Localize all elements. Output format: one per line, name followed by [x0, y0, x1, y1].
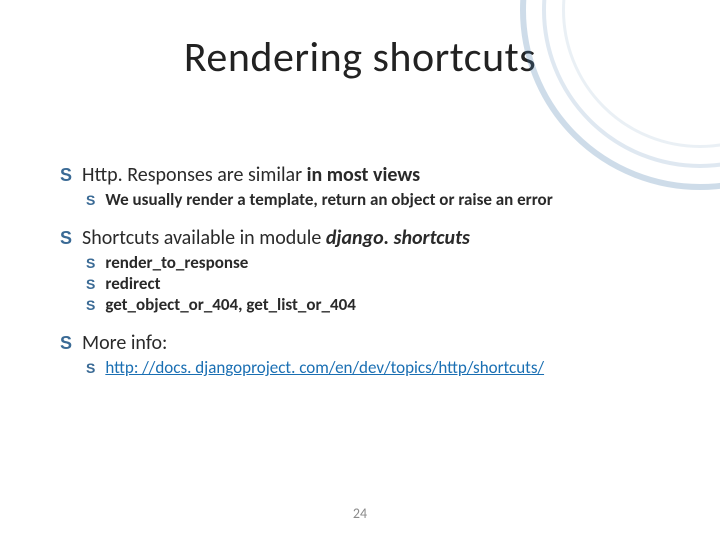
list-item: S Http. Responses are similar in most vi… [60, 163, 660, 210]
slide-title: Rendering shortcuts [60, 32, 660, 83]
bullet-icon: S [86, 360, 95, 376]
text-fragment: Http. Responses are similar [82, 163, 307, 187]
slide: Rendering shortcuts S Http. Responses ar… [0, 0, 720, 540]
list-item: S get_object_or_404, get_list_or_404 [86, 294, 660, 315]
bullet-icon: S [86, 255, 95, 271]
text-fragment: Shortcuts available in module [82, 226, 326, 250]
sub-item-text: render_to_response [105, 252, 248, 273]
sub-list: S http: //docs. djangoproject. com/en/de… [86, 357, 660, 378]
list-item: S http: //docs. djangoproject. com/en/de… [86, 357, 660, 378]
text-fragment-bold: in most views [307, 163, 421, 187]
list-item: S We usually render a template, return a… [86, 189, 660, 210]
text-fragment-bold-italic: django. shortcuts [326, 226, 470, 250]
decorative-rings [520, 0, 720, 190]
item-text: Http. Responses are similar in most view… [82, 163, 420, 187]
bullet-icon: S [86, 192, 95, 208]
docs-link[interactable]: http: //docs. djangoproject. com/en/dev/… [105, 357, 544, 378]
list-item: S redirect [86, 273, 660, 294]
item-text: More info: [82, 331, 167, 355]
bullet-icon: S [86, 276, 95, 292]
bullet-icon: S [60, 165, 72, 186]
sub-list: S render_to_response S redirect S get_ob… [86, 252, 660, 315]
bullet-icon: S [86, 297, 95, 313]
page-number: 24 [0, 505, 720, 522]
bullet-icon: S [60, 333, 72, 354]
sub-list: S We usually render a template, return a… [86, 189, 660, 210]
list-item: S render_to_response [86, 252, 660, 273]
sub-item-text: get_object_or_404, get_list_or_404 [105, 294, 356, 315]
bullet-list: S Http. Responses are similar in most vi… [60, 163, 660, 378]
bullet-icon: S [60, 228, 72, 249]
sub-item-text: redirect [105, 273, 160, 294]
sub-item-text: We usually render a template, return an … [105, 189, 552, 210]
item-text: Shortcuts available in module django. sh… [82, 226, 470, 250]
list-item: S More info: S http: //docs. djangoproje… [60, 331, 660, 378]
list-item: S Shortcuts available in module django. … [60, 226, 660, 315]
